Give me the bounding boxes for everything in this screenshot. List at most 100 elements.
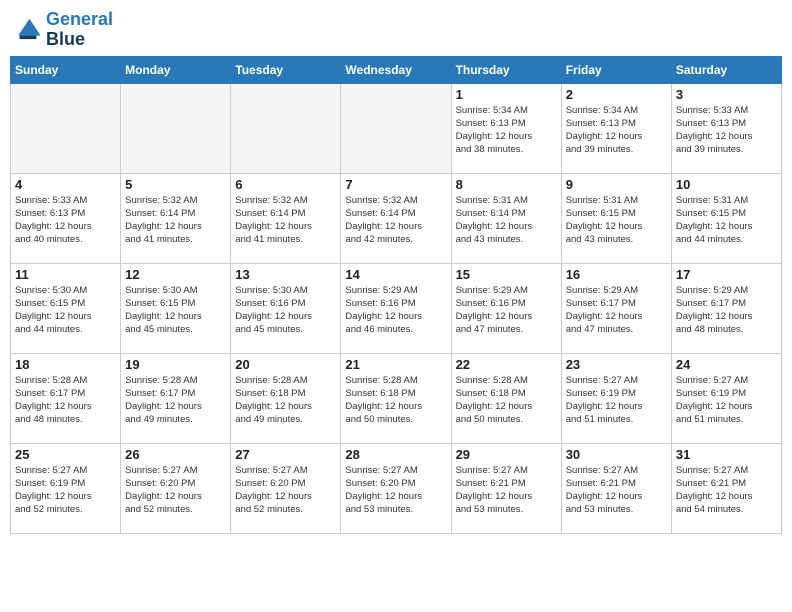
day-number: 16 [566,267,667,282]
calendar-cell: 7Sunrise: 5:32 AM Sunset: 6:14 PM Daylig… [341,173,451,263]
cell-info: Sunrise: 5:28 AM Sunset: 6:17 PM Dayligh… [15,374,116,427]
calendar-cell: 28 Sunrise: 5:27 AM Sunset: 6:20 PM Dayli… [341,443,451,533]
calendar-body: 1 Sunrise: 5:34 AM Sunset: 6:13 PM Daylig… [11,83,782,533]
cell-info: Sunrise: 5:27 AM Sunset: 6:20 PM Dayligh… [235,464,336,517]
week-row-3: 11 Sunrise: 5:30 AM Sunset: 6:15 PM Dayli… [11,263,782,353]
calendar-table: SundayMondayTuesdayWednesdayThursdayFrid… [10,56,782,534]
day-number: 18 [15,357,116,372]
day-number: 22 [456,357,557,372]
day-number: 14 [345,267,446,282]
day-number: 17 [676,267,777,282]
cell-info: Sunrise: 5:34 AM Sunset: 6:13 PM Dayligh… [456,104,557,157]
calendar-cell: 18 Sunrise: 5:28 AM Sunset: 6:17 PM Dayli… [11,353,121,443]
calendar-cell: 17Sunrise: 5:29 AM Sunset: 6:17 PM Dayli… [671,263,781,353]
day-number: 3 [676,87,777,102]
cell-info: Sunrise: 5:29 AM Sunset: 6:17 PM Dayligh… [566,284,667,337]
day-number: 8 [456,177,557,192]
calendar-cell [231,83,341,173]
page-header: General Blue [10,10,782,50]
calendar-cell [341,83,451,173]
day-number: 24 [676,357,777,372]
cell-info: Sunrise: 5:27 AM Sunset: 6:19 PM Dayligh… [676,374,777,427]
day-number: 27 [235,447,336,462]
day-number: 1 [456,87,557,102]
calendar-cell: 31 Sunrise: 5:27 AM Sunset: 6:21 PM Dayli… [671,443,781,533]
cell-info: Sunrise: 5:31 AM Sunset: 6:15 PM Dayligh… [566,194,667,247]
calendar-cell [11,83,121,173]
day-number: 7 [345,177,446,192]
calendar-cell: 14 Sunrise: 5:29 AM Sunset: 6:16 PM Dayli… [341,263,451,353]
logo-icon [14,16,42,44]
cell-info: Sunrise: 5:30 AM Sunset: 6:15 PM Dayligh… [15,284,116,337]
cell-info: Sunrise: 5:27 AM Sunset: 6:20 PM Dayligh… [125,464,226,517]
calendar-cell: 6 Sunrise: 5:32 AM Sunset: 6:14 PM Daylig… [231,173,341,263]
calendar-cell: 24 Sunrise: 5:27 AM Sunset: 6:19 PM Dayli… [671,353,781,443]
calendar-cell: 11 Sunrise: 5:30 AM Sunset: 6:15 PM Dayli… [11,263,121,353]
cell-info: Sunrise: 5:27 AM Sunset: 6:19 PM Dayligh… [566,374,667,427]
day-header-monday: Monday [121,56,231,83]
cell-info: Sunrise: 5:31 AM Sunset: 6:14 PM Dayligh… [456,194,557,247]
cell-info: Sunrise: 5:32 AM Sunset: 6:14 PM Dayligh… [235,194,336,247]
day-number: 5 [125,177,226,192]
day-number: 12 [125,267,226,282]
week-row-1: 1 Sunrise: 5:34 AM Sunset: 6:13 PM Daylig… [11,83,782,173]
cell-info: Sunrise: 5:29 AM Sunset: 6:16 PM Dayligh… [345,284,446,337]
calendar-cell: 10 Sunrise: 5:31 AM Sunset: 6:15 PM Dayli… [671,173,781,263]
calendar-cell: 13Sunrise: 5:30 AM Sunset: 6:16 PM Dayli… [231,263,341,353]
calendar-cell [121,83,231,173]
cell-info: Sunrise: 5:28 AM Sunset: 6:18 PM Dayligh… [345,374,446,427]
cell-info: Sunrise: 5:28 AM Sunset: 6:17 PM Dayligh… [125,374,226,427]
calendar-cell: 2 Sunrise: 5:34 AM Sunset: 6:13 PM Daylig… [561,83,671,173]
cell-info: Sunrise: 5:31 AM Sunset: 6:15 PM Dayligh… [676,194,777,247]
day-number: 19 [125,357,226,372]
calendar-cell: 27 Sunrise: 5:27 AM Sunset: 6:20 PM Dayli… [231,443,341,533]
calendar-cell: 12 Sunrise: 5:30 AM Sunset: 6:15 PM Dayli… [121,263,231,353]
day-number: 21 [345,357,446,372]
cell-info: Sunrise: 5:34 AM Sunset: 6:13 PM Dayligh… [566,104,667,157]
day-header-sunday: Sunday [11,56,121,83]
day-number: 25 [15,447,116,462]
day-number: 23 [566,357,667,372]
day-number: 2 [566,87,667,102]
day-number: 15 [456,267,557,282]
day-number: 30 [566,447,667,462]
day-header-friday: Friday [561,56,671,83]
cell-info: Sunrise: 5:27 AM Sunset: 6:21 PM Dayligh… [676,464,777,517]
day-header-tuesday: Tuesday [231,56,341,83]
calendar-cell: 8 Sunrise: 5:31 AM Sunset: 6:14 PM Daylig… [451,173,561,263]
cell-info: Sunrise: 5:27 AM Sunset: 6:19 PM Dayligh… [15,464,116,517]
day-number: 10 [676,177,777,192]
day-number: 31 [676,447,777,462]
day-header-thursday: Thursday [451,56,561,83]
day-number: 26 [125,447,226,462]
cell-info: Sunrise: 5:28 AM Sunset: 6:18 PM Dayligh… [456,374,557,427]
calendar-cell: 25 Sunrise: 5:27 AM Sunset: 6:19 PM Dayli… [11,443,121,533]
cell-info: Sunrise: 5:27 AM Sunset: 6:21 PM Dayligh… [456,464,557,517]
calendar-cell: 20Sunrise: 5:28 AM Sunset: 6:18 PM Dayli… [231,353,341,443]
calendar-cell: 9 Sunrise: 5:31 AM Sunset: 6:15 PM Daylig… [561,173,671,263]
cell-info: Sunrise: 5:33 AM Sunset: 6:13 PM Dayligh… [15,194,116,247]
day-number: 4 [15,177,116,192]
calendar-cell: 21 Sunrise: 5:28 AM Sunset: 6:18 PM Dayli… [341,353,451,443]
calendar-cell: 23 Sunrise: 5:27 AM Sunset: 6:19 PM Dayli… [561,353,671,443]
week-row-4: 18 Sunrise: 5:28 AM Sunset: 6:17 PM Dayli… [11,353,782,443]
calendar-cell: 30 Sunrise: 5:27 AM Sunset: 6:21 PM Dayli… [561,443,671,533]
day-header-row: SundayMondayTuesdayWednesdayThursdayFrid… [11,56,782,83]
cell-info: Sunrise: 5:27 AM Sunset: 6:21 PM Dayligh… [566,464,667,517]
day-number: 6 [235,177,336,192]
cell-info: Sunrise: 5:30 AM Sunset: 6:16 PM Dayligh… [235,284,336,337]
calendar-cell: 3Sunrise: 5:33 AM Sunset: 6:13 PM Daylig… [671,83,781,173]
day-number: 20 [235,357,336,372]
calendar-cell: 19 Sunrise: 5:28 AM Sunset: 6:17 PM Dayli… [121,353,231,443]
calendar-cell: 1 Sunrise: 5:34 AM Sunset: 6:13 PM Daylig… [451,83,561,173]
calendar-cell: 4 Sunrise: 5:33 AM Sunset: 6:13 PM Daylig… [11,173,121,263]
day-number: 11 [15,267,116,282]
calendar-cell: 26 Sunrise: 5:27 AM Sunset: 6:20 PM Dayli… [121,443,231,533]
day-number: 28 [345,447,446,462]
cell-info: Sunrise: 5:27 AM Sunset: 6:20 PM Dayligh… [345,464,446,517]
day-header-wednesday: Wednesday [341,56,451,83]
cell-info: Sunrise: 5:32 AM Sunset: 6:14 PM Dayligh… [125,194,226,247]
week-row-5: 25 Sunrise: 5:27 AM Sunset: 6:19 PM Dayli… [11,443,782,533]
day-number: 9 [566,177,667,192]
cell-info: Sunrise: 5:30 AM Sunset: 6:15 PM Dayligh… [125,284,226,337]
